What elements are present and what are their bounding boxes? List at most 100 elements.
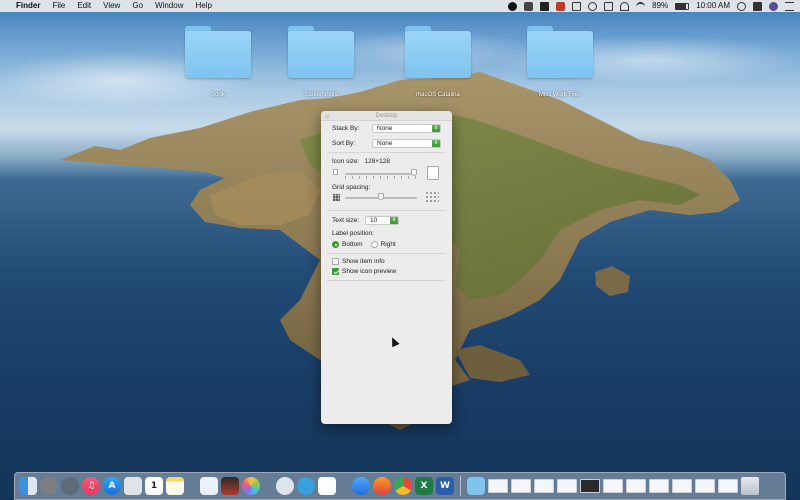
minimized-window-thumbnail[interactable] [557,479,577,493]
document-icon[interactable] [572,1,582,11]
panel-title-bar[interactable]: Desktop [321,111,452,121]
separator [327,210,446,211]
desktop-folder-macos-catalina[interactable]: macOS Catalina [403,26,473,98]
firefox-icon[interactable] [373,477,391,495]
stack-by-value: None [377,125,393,132]
preview-icon[interactable] [124,477,142,495]
telegram-icon[interactable] [297,477,315,495]
text-size-popup[interactable]: 10 ⇕ [365,216,399,225]
menu-edit[interactable]: Edit [77,0,91,12]
finder-icon[interactable] [19,477,37,495]
app-store-icon[interactable]: A [103,477,121,495]
bluetooth-icon[interactable] [588,1,598,11]
launchpad-icon[interactable] [61,477,79,495]
desktop-folder-misc-work-files[interactable]: Misc Work Files [525,26,595,98]
menu-clock[interactable]: 10:00 AM [696,0,730,12]
vpn-icon[interactable] [524,1,534,11]
slack-icon[interactable] [318,477,336,495]
desktop-folder-screenshots[interactable]: Screenshots [286,26,356,98]
folder-label: Book [211,92,225,98]
user-avatar-icon[interactable] [769,1,778,11]
label-bottom-radio[interactable] [332,241,339,248]
show-icon-preview-label[interactable]: Show icon preview [342,268,396,275]
keyboard-icon[interactable] [540,1,550,11]
sort-by-row: Sort By: [332,140,355,147]
show-icon-preview-checkbox[interactable] [332,268,339,275]
downloads-folder-icon[interactable] [467,477,485,495]
minimized-window-thumbnail[interactable] [695,479,715,493]
menu-go[interactable]: Go [132,0,143,12]
panel-title: Desktop [375,113,398,119]
menu-file[interactable]: File [52,0,65,12]
grid-spacing-slider-thumb[interactable] [378,193,384,200]
stack-by-popup[interactable]: None ⇕ [372,124,441,133]
icon-size-ticks [345,176,417,179]
separator [327,152,446,153]
mail-send-icon[interactable] [200,477,218,495]
sort-by-popup[interactable]: None ⇕ [372,139,441,148]
text-size-label: Text size: [332,217,360,224]
minimized-window-thumbnail[interactable] [718,479,738,493]
volume-icon[interactable] [620,1,630,11]
label-right-radio[interactable] [370,241,378,248]
popup-arrows-icon: ⇕ [390,217,398,224]
record-icon[interactable] [508,1,518,11]
calendar-day: 1 [150,481,158,491]
label-right-text[interactable]: Right [381,241,396,248]
icon-size-slider-thumb[interactable] [411,169,417,176]
label-bottom-text[interactable]: Bottom [342,241,363,248]
sort-by-label: Sort By: [332,140,356,147]
menu-app-name[interactable]: Finder [16,0,40,12]
tight-grid-icon [333,194,340,201]
status-area: 89% 10:00 AM [508,0,794,12]
excel-icon[interactable]: X [415,477,433,495]
sort-by-value: None [377,140,393,147]
photo-booth-icon[interactable] [221,477,239,495]
calendar-icon[interactable]: 1 [145,477,163,495]
minimized-window-thumbnail[interactable] [511,479,531,493]
minimized-window-thumbnail[interactable] [580,479,600,493]
large-document-icon [427,166,439,180]
menu-help[interactable]: Help [195,0,211,12]
wide-grid-icon [425,191,439,203]
wifi-icon[interactable] [636,1,646,11]
label-position-label: Label position: [332,230,374,237]
menu-view[interactable]: View [103,0,120,12]
notes-icon[interactable] [166,477,184,495]
dock: ♫ A 1 X W [14,472,786,500]
folder-icon [405,26,471,78]
music-icon[interactable]: ♫ [82,477,100,495]
battery-icon[interactable] [675,2,690,10]
minimized-window-thumbnail[interactable] [488,479,508,493]
popup-arrows-icon: ⇕ [432,140,440,147]
dock-divider [460,476,461,496]
icon-size-slider[interactable] [345,173,417,175]
photos-icon[interactable] [242,477,260,495]
control-icon[interactable] [753,1,762,11]
icon-size-row: Icon size: 128×128 [332,158,390,165]
airplay-icon[interactable] [604,1,614,11]
messages-icon[interactable] [276,477,294,495]
safari-icon[interactable] [352,477,370,495]
text-size-row: Text size: [332,217,359,224]
desktop-folder-book[interactable]: Book [183,26,253,98]
minimized-window-thumbnail[interactable] [626,479,646,493]
folder-label: macOS Catalina [416,92,460,98]
chrome-icon[interactable] [394,477,412,495]
minimized-window-thumbnail[interactable] [534,479,554,493]
minimized-window-thumbnail[interactable] [603,479,623,493]
show-item-info-label[interactable]: Show item info [342,258,385,265]
system-preferences-icon[interactable] [40,477,58,495]
minimized-window-thumbnail[interactable] [649,479,669,493]
close-icon[interactable] [325,113,330,119]
word-icon[interactable]: W [436,477,454,495]
trash-icon[interactable] [741,477,759,495]
notification-center-icon[interactable] [785,1,794,11]
menu-window[interactable]: Window [155,0,183,12]
separator [327,280,446,281]
spotlight-search-icon[interactable] [737,1,746,11]
minimized-window-thumbnail[interactable] [672,479,692,493]
shield-icon[interactable] [556,1,566,11]
show-item-info-checkbox[interactable] [332,258,339,265]
separator [327,253,446,254]
